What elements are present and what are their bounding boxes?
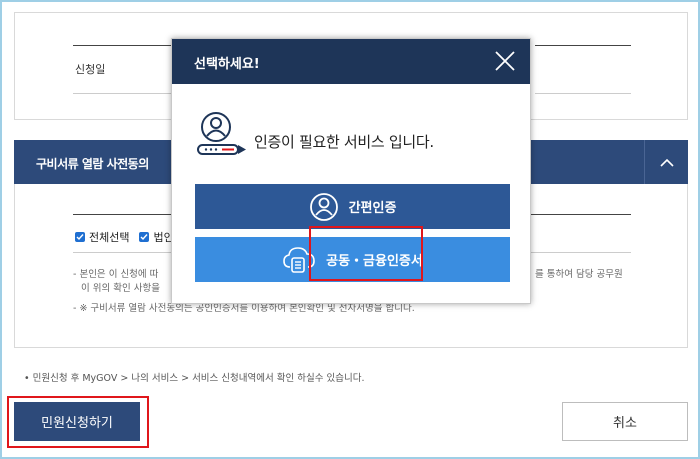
consent-note-right: 를 통하여 담당 공무원 (535, 269, 623, 280)
consent-table-rule (73, 214, 173, 215)
consent-note-1b: 이 위의 확인 사항을 (81, 283, 160, 294)
consent-row-rule (73, 252, 173, 253)
modal-header: 선택하세요! (172, 39, 530, 84)
table-top-rule-right (535, 45, 631, 46)
modal-title: 선택하세요! (194, 57, 260, 72)
apply-button[interactable]: 민원신청하기 (14, 402, 140, 441)
checkbox-checked-icon (75, 232, 85, 242)
cancel-button[interactable]: 취소 (562, 402, 688, 441)
checkbox-row: 전체선택 법인 (75, 229, 174, 245)
cert-highlight-box (309, 226, 423, 281)
apply-date-label: 신청일 (75, 63, 106, 76)
table-row-rule-right (535, 93, 631, 94)
user-circle-icon (309, 192, 338, 221)
corporate-checkbox[interactable]: 법인 (139, 229, 174, 245)
user-auth-icon (197, 112, 246, 155)
modal-message: 인증이 필요한 서비스 입니다. (254, 133, 434, 151)
chevron-up-icon (659, 158, 674, 167)
easy-auth-label: 간편인증 (348, 201, 397, 216)
easy-auth-button[interactable]: 간편인증 (195, 184, 510, 229)
consent-note-2: - ※ 구비서류 열람 사전동의는 공인인증서를 이용하여 본인확인 및 전자서… (73, 303, 415, 314)
consent-row-rule-right (531, 252, 631, 253)
close-icon (495, 51, 515, 71)
select-all-label: 전체선택 (89, 231, 130, 244)
consent-table-rule-right (531, 214, 631, 215)
checkbox-checked-icon (139, 232, 150, 242)
close-button[interactable] (494, 50, 516, 72)
collapse-button[interactable] (644, 140, 688, 184)
select-all-checkbox[interactable]: 전체선택 (75, 229, 129, 245)
footer-notice: • 민원신청 후 MyGOV > 나의 서비스 > 서비스 신청내역에서 확인 … (24, 373, 365, 384)
section-title: 구비서류 열람 사전동의 (36, 157, 149, 171)
consent-note-1: - 본인은 이 신청에 따 (73, 269, 159, 280)
